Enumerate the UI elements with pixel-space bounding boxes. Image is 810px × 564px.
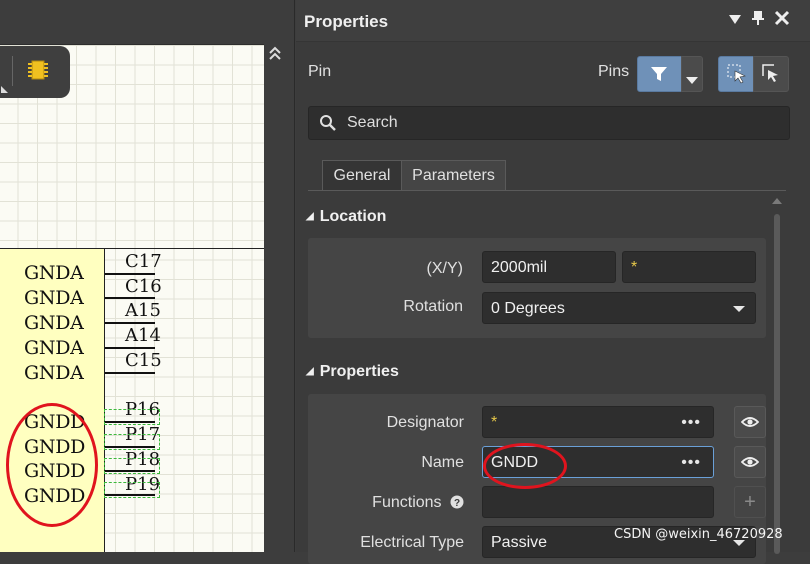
pin-line[interactable] [105, 297, 155, 299]
pin-name[interactable]: GNDA [24, 362, 84, 384]
rotation-value: 0 Degrees [491, 300, 565, 317]
plus-icon: + [744, 491, 756, 513]
section-properties-header[interactable]: ◢ Properties [306, 363, 399, 381]
electrical-type-label: Electrical Type [360, 534, 464, 551]
panel-title: Properties [304, 12, 389, 31]
more-icon[interactable]: ••• [681, 407, 701, 439]
pin-number[interactable]: C16 [125, 276, 162, 297]
pin-selection-box [104, 458, 160, 474]
pin-number[interactable]: C15 [125, 350, 162, 371]
watermark: CSDN @weixin_46720928 [614, 527, 783, 542]
help-icon[interactable]: ? [450, 495, 464, 514]
pin-name[interactable]: GNDA [24, 312, 84, 334]
section-properties-title: Properties [319, 363, 399, 380]
designator-label: Designator [386, 414, 464, 431]
search-icon [319, 114, 337, 137]
chevron-down-icon [686, 71, 698, 89]
select-cursor-icon [727, 64, 747, 89]
chevron-down-icon [733, 306, 745, 312]
scrollbar-thumb[interactable] [774, 214, 780, 554]
pin-line[interactable] [105, 347, 155, 349]
canvas-top-band [0, 0, 264, 44]
designator-value: * [491, 414, 498, 431]
toolbar-corner-indicator [1, 86, 8, 93]
filter-dropdown-button[interactable] [681, 56, 703, 92]
section-location-header[interactable]: ◢ Location [306, 208, 386, 226]
tab-parameters[interactable]: Parameters [401, 160, 506, 191]
electrical-type-value: Passive [491, 534, 548, 551]
properties-panel: Properties Pin Pins Search General Param… [296, 0, 810, 564]
ic-chip-icon[interactable] [26, 58, 50, 82]
collapse-triangle-icon: ◢ [306, 211, 314, 222]
pin-number[interactable]: A14 [125, 325, 161, 346]
pin-icon[interactable] [751, 10, 765, 31]
xy-label: (X/Y) [426, 260, 463, 277]
designator-visibility-button[interactable] [734, 406, 766, 438]
canvas-top-border [0, 44, 264, 45]
name-visibility-button[interactable] [734, 446, 766, 478]
pin-line[interactable] [105, 322, 155, 324]
more-icon[interactable]: ••• [681, 447, 701, 479]
pin-line[interactable] [105, 372, 155, 374]
panel-scrollbar[interactable] [772, 192, 782, 554]
pin-selection-box [104, 409, 160, 425]
cursor-icon [762, 64, 782, 89]
select-pointer-button[interactable] [753, 56, 789, 92]
eye-icon [740, 455, 760, 474]
pin-name[interactable]: GNDA [24, 337, 84, 359]
filter-button[interactable] [637, 56, 682, 92]
pin-name[interactable]: GNDA [24, 287, 84, 309]
panel-splitter[interactable] [264, 0, 295, 552]
schematic-canvas[interactable]: GNDA C17 GNDA C16 GNDA A15 GNDA A14 GNDA C15 GNDD P… [0, 0, 264, 552]
select-mask-button[interactable] [718, 56, 754, 92]
eye-icon [740, 415, 760, 434]
tab-general[interactable]: General [322, 160, 402, 191]
section-location-title: Location [319, 208, 387, 225]
y-field[interactable]: * [622, 251, 756, 283]
panel-body: Pin Pins Search General Parameters ◢ Loc… [296, 42, 810, 564]
location-section: (X/Y) 2000mil * Rotation 0 Degrees [308, 238, 766, 338]
annotation-ellipse [6, 403, 98, 527]
x-field[interactable]: 2000mil [482, 251, 616, 283]
object-kind-label: Pin [308, 63, 332, 80]
scroll-up-arrow-icon[interactable] [772, 198, 782, 204]
close-icon[interactable] [774, 10, 790, 31]
pin-selection-box [104, 482, 160, 498]
pin-selection-box [104, 434, 160, 450]
rotation-select[interactable]: 0 Degrees [482, 292, 756, 324]
pin-number[interactable]: C17 [125, 251, 162, 272]
double-chevron-up-icon[interactable] [264, 44, 286, 66]
designator-field[interactable]: * ••• [482, 406, 714, 438]
pin-line[interactable] [105, 273, 155, 275]
filter-label: Pins [598, 63, 630, 80]
functions-label: Functions ? [308, 494, 464, 514]
svg-text:?: ? [454, 498, 460, 509]
search-placeholder: Search [347, 114, 398, 131]
tabs-underline [308, 190, 786, 191]
functions-label-text: Functions [372, 494, 442, 511]
pin-number[interactable]: A15 [125, 300, 161, 321]
annotation-ellipse [483, 443, 567, 489]
active-bar [0, 46, 70, 98]
name-label: Name [421, 454, 464, 471]
rotation-label: Rotation [403, 298, 463, 315]
add-function-button[interactable]: + [734, 486, 766, 518]
pin-name[interactable]: GNDA [24, 262, 84, 284]
search-input[interactable]: Search [308, 106, 790, 140]
filter-icon [650, 65, 668, 88]
functions-field[interactable] [482, 486, 714, 518]
dropdown-icon[interactable] [728, 10, 742, 31]
collapse-triangle-icon: ◢ [306, 366, 314, 377]
toolbar-divider [12, 56, 13, 86]
